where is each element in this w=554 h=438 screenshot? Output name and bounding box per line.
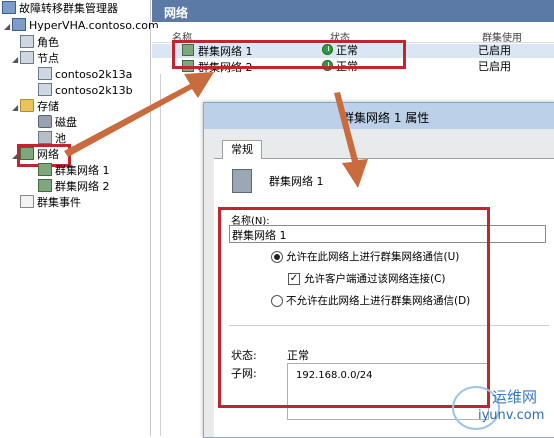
arrow-left-icon bbox=[64, 72, 214, 157]
annotation-arrows bbox=[64, 72, 368, 188]
arrow-down-icon bbox=[334, 92, 368, 188]
watermark-text-cn: 运维网 bbox=[492, 388, 538, 406]
watermark-text-url: iyunv.com bbox=[478, 408, 545, 423]
watermark-logo: 运维网 iyunv.com bbox=[448, 378, 554, 436]
